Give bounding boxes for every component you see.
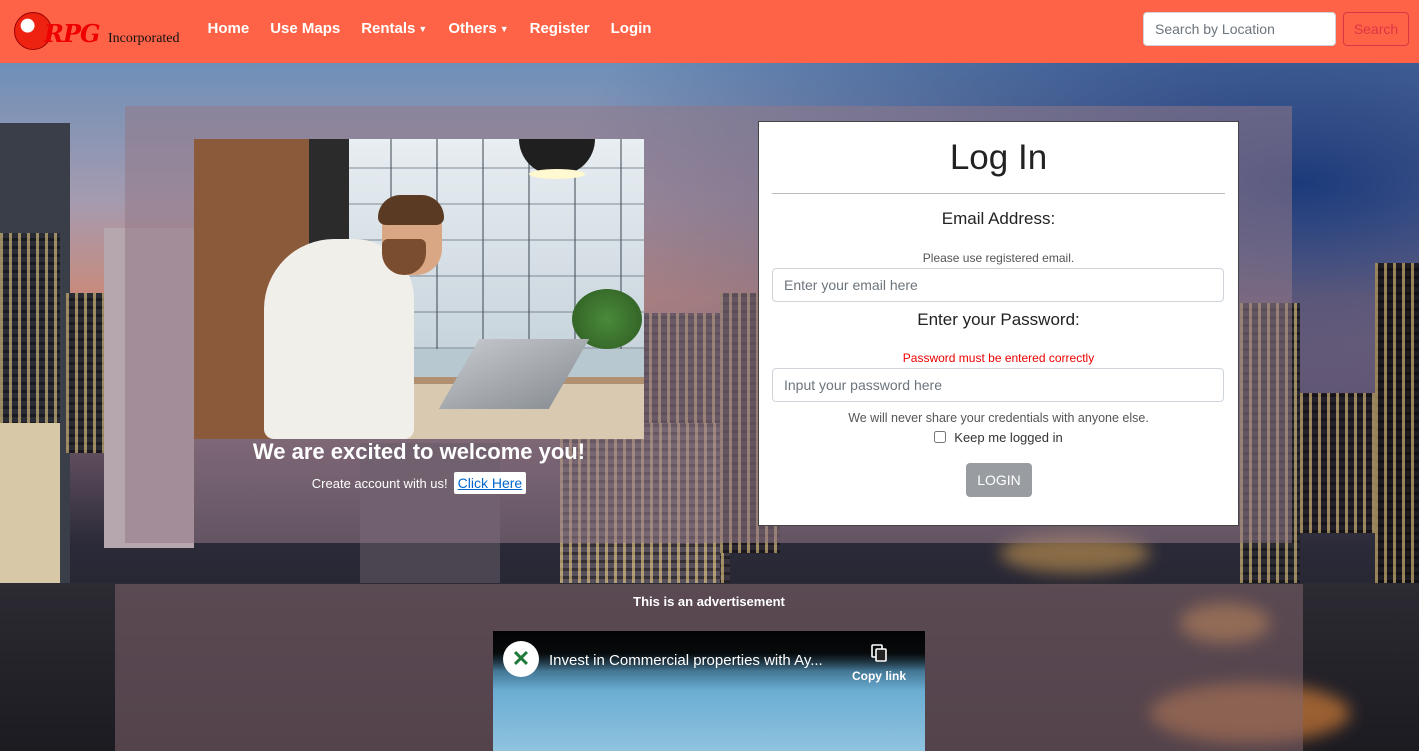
nav-register[interactable]: Register [519,20,600,37]
brand-tagline: Incorporated [108,31,180,46]
remember-label: Keep me logged in [954,430,1063,445]
copy-link-label[interactable]: Copy link [849,669,909,683]
photo-person-hair [378,195,444,225]
location-search-input[interactable] [1143,12,1336,46]
channel-logo-icon[interactable]: ✕ [503,641,539,677]
nav-others-dropdown[interactable]: Others ▼ [438,20,519,37]
create-account-text: Create account with us! [311,476,448,491]
email-hint: Please use registered email. [922,251,1075,265]
brand-logo[interactable]: RPG Incorporated [14,10,189,52]
photo-lamp-glow [529,169,585,179]
login-title: Log In [949,138,1048,177]
nav-rentals-dropdown[interactable]: Rentals ▼ [351,20,438,37]
privacy-note: We will never share your credentials wit… [848,411,1149,425]
building [1300,393,1380,533]
nav-others-label: Others [448,19,497,37]
caret-down-icon: ▼ [418,23,428,34]
login-form: Log In Email Address: Please use registe… [758,121,1239,526]
nav-rentals-label: Rentals [361,19,416,37]
email-field[interactable] [772,268,1224,302]
nav-home[interactable]: Home [197,20,260,37]
building [66,293,106,453]
nav-use-maps[interactable]: Use Maps [260,20,351,37]
nav-links: Home Use Maps Rentals ▼ Others ▼ Register … [197,0,662,56]
welcome-title: We are excited to welcome you! [252,439,586,464]
building [0,233,60,433]
search-button[interactable]: Search [1343,12,1409,46]
advertisement-video[interactable]: ✕ Invest in Commercial properties with A… [493,631,925,751]
create-account-link[interactable]: Click Here [453,472,527,494]
login-button[interactable]: LOGIN [966,463,1032,497]
brand-name: RPG [44,19,100,48]
create-account-line: Create account with us! Click Here [194,472,644,494]
password-field[interactable] [772,368,1224,402]
email-label: Email Address: [941,209,1056,228]
video-title[interactable]: Invest in Commercial properties with Ay.… [549,652,849,669]
caret-down-icon: ▼ [499,23,509,34]
advertisement-label: This is an advertisement [633,594,785,609]
navbar: RPG Incorporated Home Use Maps Rentals ▼ … [0,0,1419,63]
divider [772,193,1225,194]
nav-login[interactable]: Login [600,20,662,37]
welcome-photo [194,139,644,439]
password-label: Enter your Password: [917,310,1080,329]
remember-row: Keep me logged in [759,430,1238,445]
password-hint: Password must be entered correctly [902,351,1095,365]
remember-checkbox[interactable] [934,431,947,443]
copy-link-icon[interactable] [871,644,887,662]
